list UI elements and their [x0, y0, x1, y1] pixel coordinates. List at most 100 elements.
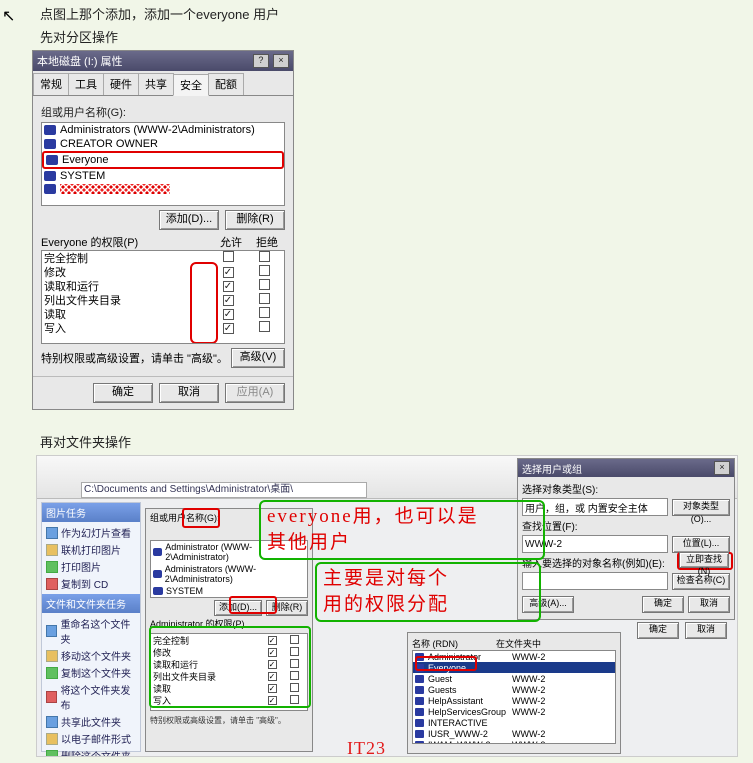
- result-row[interactable]: AdministratorWWW-2: [413, 651, 615, 662]
- deny-checkbox[interactable]: [259, 307, 270, 318]
- taskpane-item[interactable]: 联机打印图片: [46, 541, 136, 558]
- deny-column-header: 拒绝: [249, 234, 285, 250]
- deny-checkbox[interactable]: [290, 635, 299, 644]
- deny-checkbox[interactable]: [290, 695, 299, 704]
- taskpane-item[interactable]: 移动这个文件夹: [46, 647, 136, 664]
- help-button[interactable]: ?: [253, 54, 269, 68]
- apply-button[interactable]: 应用(A): [225, 383, 285, 403]
- dialog-titlebar[interactable]: 本地磁盘 (I:) 属性 ? ×: [33, 51, 293, 71]
- close-button-2[interactable]: ×: [714, 461, 730, 475]
- location-button[interactable]: 位置(L)...: [672, 536, 730, 553]
- permission-row: 读取和运行: [151, 658, 307, 670]
- user-row[interactable]: Users (WWW-2\Users): [151, 597, 307, 598]
- deny-checkbox[interactable]: [259, 321, 270, 332]
- result-row[interactable]: GuestWWW-2: [413, 673, 615, 684]
- allow-checkbox[interactable]: [223, 323, 234, 334]
- user-icon: [44, 125, 56, 135]
- tab-4[interactable]: 安全: [173, 74, 209, 96]
- cancel-button-3[interactable]: 取消: [685, 622, 727, 639]
- user-name: Everyone: [62, 154, 108, 166]
- result-row[interactable]: Everyone: [413, 662, 615, 673]
- taskpane-item[interactable]: 复制到 CD: [46, 575, 136, 592]
- user-row[interactable]: Administrators (WWW-2\Administrators): [42, 123, 284, 137]
- instruction-text-3: 再对文件夹操作: [40, 432, 753, 451]
- allow-checkbox[interactable]: [268, 684, 277, 693]
- deny-checkbox[interactable]: [259, 251, 270, 262]
- watermark-text: IT23: [347, 738, 386, 757]
- close-button[interactable]: ×: [273, 54, 289, 68]
- cancel-button[interactable]: 取消: [159, 383, 219, 403]
- permissions-listbox[interactable]: 完全控制修改读取和运行列出文件夹目录读取写入: [41, 250, 285, 344]
- deny-checkbox[interactable]: [259, 265, 270, 276]
- taskpane-item[interactable]: 复制这个文件夹: [46, 664, 136, 681]
- tab-2[interactable]: 硬件: [103, 73, 139, 95]
- permission-row: 修改: [151, 646, 307, 658]
- object-type-button[interactable]: 对象类型(O)...: [672, 499, 730, 516]
- user-row[interactable]: SYSTEM: [151, 585, 307, 597]
- deny-checkbox[interactable]: [290, 671, 299, 680]
- allow-checkbox[interactable]: [268, 648, 277, 657]
- advanced-button[interactable]: 高级(V): [231, 348, 285, 368]
- tab-3[interactable]: 共享: [138, 73, 174, 95]
- task-icon: [46, 578, 58, 590]
- allow-checkbox[interactable]: [223, 251, 234, 262]
- permissions-listbox-2[interactable]: 完全控制修改读取和运行列出文件夹目录读取写入: [150, 633, 308, 711]
- user-row[interactable]: CREATOR OWNER: [42, 137, 284, 151]
- object-name-field[interactable]: [522, 572, 668, 590]
- deny-checkbox[interactable]: [290, 659, 299, 668]
- cancel-button-2[interactable]: 取消: [688, 596, 730, 613]
- tab-0[interactable]: 常规: [33, 73, 69, 95]
- remove-button-2[interactable]: 删除(R): [266, 600, 308, 616]
- taskpane-item[interactable]: 以电子邮件形式: [46, 730, 136, 747]
- taskpane-item[interactable]: 删除这个文件夹: [46, 747, 136, 757]
- allow-checkbox[interactable]: [268, 696, 277, 705]
- permission-row: 读取和运行: [42, 279, 284, 293]
- result-row[interactable]: INTERACTIVE: [413, 717, 615, 728]
- allow-checkbox[interactable]: [268, 660, 277, 669]
- user-name: CREATOR OWNER: [60, 138, 158, 150]
- result-row[interactable]: HelpAssistantWWW-2: [413, 695, 615, 706]
- ok-button[interactable]: 确定: [93, 383, 153, 403]
- results-listbox[interactable]: AdministratorWWW-2EveryoneGuestWWW-2Gues…: [412, 650, 616, 744]
- add-button[interactable]: 添加(D)...: [159, 210, 219, 230]
- deny-checkbox[interactable]: [259, 279, 270, 290]
- taskpane-item[interactable]: 将这个文件夹发布: [46, 681, 136, 713]
- result-row[interactable]: GuestsWWW-2: [413, 684, 615, 695]
- result-row[interactable]: IUSR_WWW-2WWW-2: [413, 728, 615, 739]
- tab-1[interactable]: 工具: [68, 73, 104, 95]
- deny-checkbox[interactable]: [290, 647, 299, 656]
- users-listbox[interactable]: Administrators (WWW-2\Administrators)CRE…: [41, 122, 285, 206]
- tab-5[interactable]: 配额: [208, 73, 244, 95]
- result-row[interactable]: HelpServicesGroupWWW-2: [413, 706, 615, 717]
- taskpane-item[interactable]: 共享此文件夹: [46, 713, 136, 730]
- allow-checkbox[interactable]: [223, 281, 234, 292]
- find-now-button[interactable]: 立即查找(N): [679, 552, 729, 568]
- explorer-task-pane[interactable]: 图片任务作为幻灯片查看联机打印图片打印图片复制到 CD 文件和文件夹任务重命名这个…: [41, 502, 141, 752]
- allow-checkbox[interactable]: [223, 295, 234, 306]
- add-button-2[interactable]: 添加(D)...: [214, 600, 262, 616]
- user-row[interactable]: Everyone: [44, 153, 282, 167]
- user-row[interactable]: [42, 183, 284, 195]
- taskpane-item[interactable]: 重命名这个文件夹: [46, 615, 136, 647]
- ok-button-2[interactable]: 确定: [642, 596, 684, 613]
- allow-checkbox[interactable]: [268, 672, 277, 681]
- user-icon: [415, 708, 424, 716]
- remove-button[interactable]: 删除(R): [225, 210, 285, 230]
- taskpane-section-header[interactable]: 文件和文件夹任务: [42, 594, 140, 613]
- user-row[interactable]: SYSTEM: [42, 169, 284, 183]
- taskpane-item[interactable]: 打印图片: [46, 558, 136, 575]
- explorer-screenshot: C:\Documents and Settings\Administrator\…: [36, 455, 738, 757]
- deny-checkbox[interactable]: [290, 683, 299, 692]
- allow-checkbox[interactable]: [268, 636, 277, 645]
- allow-checkbox[interactable]: [223, 267, 234, 278]
- deny-checkbox[interactable]: [259, 293, 270, 304]
- user-row[interactable]: Administrators (WWW-2\Administrators): [151, 563, 307, 585]
- taskpane-section-header[interactable]: 图片任务: [42, 503, 140, 522]
- result-row[interactable]: IWAM_WWW-2WWW-2: [413, 739, 615, 744]
- address-bar[interactable]: C:\Documents and Settings\Administrator\…: [81, 482, 367, 498]
- taskpane-item[interactable]: 作为幻灯片查看: [46, 524, 136, 541]
- permission-row: 写入: [151, 694, 307, 706]
- user-icon: [415, 719, 424, 727]
- allow-checkbox[interactable]: [223, 309, 234, 320]
- ok-button-3[interactable]: 确定: [637, 622, 679, 639]
